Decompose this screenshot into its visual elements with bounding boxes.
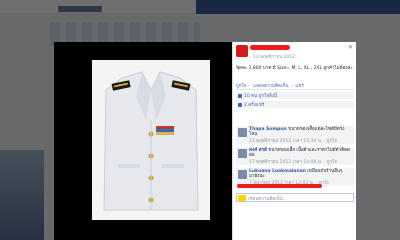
commenter-avatar[interactable] <box>238 128 247 137</box>
photo-sidebar: ✕ · 13 พฤศจิกายน 2012 · ชุดละ 1,800 บาท … <box>232 42 356 240</box>
post-timestamp[interactable]: · 13 พฤศจิกายน 2012 · <box>250 53 298 60</box>
jacket-photo[interactable] <box>92 60 210 220</box>
comment-item: คงค์ ศรดี ขนาดของเสื้อ เนื้อผ้าและราคาไม… <box>236 147 354 165</box>
comment-text: Thapa Sompon ขนาดของเสื้อแต่ละไซต์มีตรงไ… <box>249 127 352 137</box>
shares-label: 2 ครั้งแชร์ <box>244 103 265 108</box>
commenter-avatar[interactable] <box>238 170 247 179</box>
thumbs-up-icon <box>238 93 242 98</box>
redaction-mark <box>237 184 322 188</box>
photo-viewer: ✕ · 13 พฤศจิกายน 2012 · ชุดละ 1,800 บาท … <box>54 42 356 240</box>
comment-text: Lukuana Lookmalanan เหมือนกับร้านอื่นๆ ม… <box>249 169 352 179</box>
page-avatar-redacted[interactable] <box>236 45 248 57</box>
shares-count[interactable]: 2 ครั้งแชร์ <box>236 101 354 108</box>
write-comment-box[interactable]: เขียนความคิดเห็น... <box>236 193 354 202</box>
divider <box>236 89 354 90</box>
post-text: ชุดละ 1,800 บาท มี Size= M, L, XL , 2XL … <box>236 66 353 71</box>
post-actions: ถูกใจ · แสดงความคิดเห็น · แชร์ <box>236 84 304 89</box>
comment-item: Thapa Sompon ขนาดของเสื้อแต่ละไซต์มีตรงไ… <box>236 126 354 144</box>
page-name-redacted[interactable] <box>250 45 290 50</box>
post-header: · 13 พฤศจิกายน 2012 · <box>236 45 354 63</box>
comment-timestamp[interactable]: 13 พฤศจิกายน 2012 เวลา 15:30 น. · ถูกใจ <box>249 137 337 144</box>
current-user-avatar <box>238 195 246 201</box>
comment-text: คงค์ ศรดี ขนาดของเสื้อ เนื้อผ้าและราคาไม… <box>249 148 352 158</box>
comment-input-placeholder: เขียนความคิดเห็น... <box>248 197 288 202</box>
commenter-avatar[interactable] <box>238 149 247 158</box>
comment-timestamp[interactable]: 17 พฤศจิกายน 2012 เวลา 14:06 น. · ถูกใจ <box>249 158 337 165</box>
likes-label: 10 คน ถูกใจสิ่งนี้ <box>244 94 277 99</box>
white-uniform-jacket-image <box>92 60 210 220</box>
comment-item: Lukuana Lookmalanan เหมือนกับร้านอื่นๆ ม… <box>236 168 354 188</box>
share-icon <box>238 102 242 107</box>
likes-count[interactable]: 10 คน ถูกใจสิ่งนี้ <box>236 92 354 99</box>
photo-stage <box>54 42 232 240</box>
